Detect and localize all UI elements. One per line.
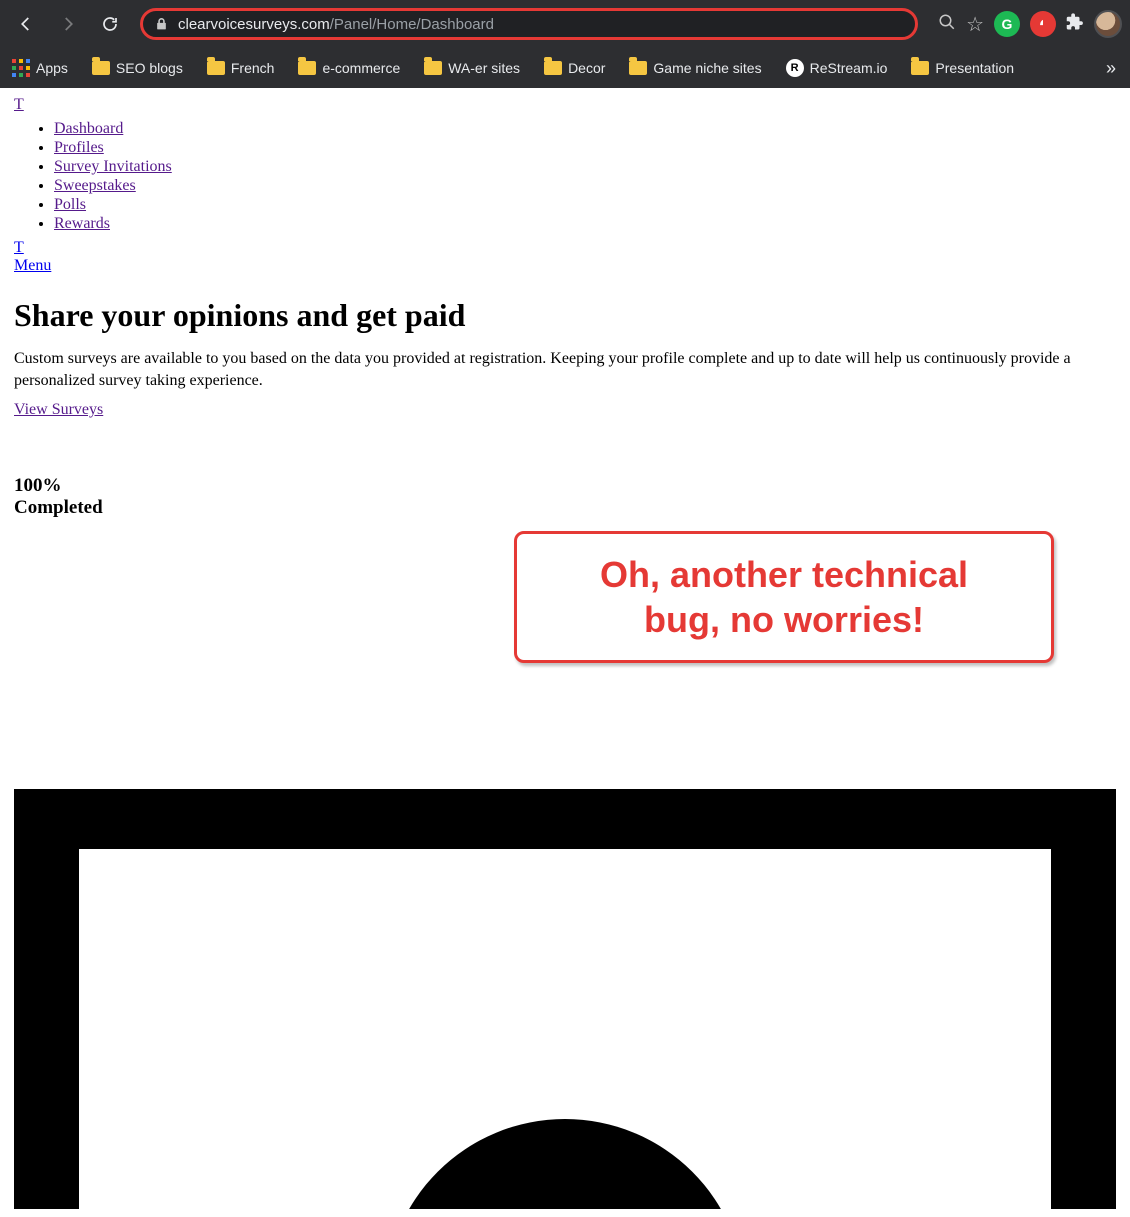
t-link-bottom[interactable]: T <box>14 239 24 256</box>
browser-toolbar: clearvoicesurveys.com/Panel/Home/Dashboa… <box>0 0 1130 48</box>
bookmark-label: Game niche sites <box>653 60 761 76</box>
reload-button[interactable] <box>92 6 128 42</box>
page-heading: Share your opinions and get paid <box>14 297 1116 334</box>
bookmark-folder[interactable]: Decor <box>544 60 605 76</box>
annotation-callout: Oh, another technical bug, no worries! <box>514 531 1054 663</box>
bookmark-label: Decor <box>568 60 605 76</box>
browser-chrome: clearvoicesurveys.com/Panel/Home/Dashboa… <box>0 0 1130 88</box>
bookmark-folder[interactable]: Presentation <box>911 60 1014 76</box>
white-inner <box>79 849 1051 1209</box>
nav-profiles[interactable]: Profiles <box>54 139 104 156</box>
folder-icon <box>92 61 110 75</box>
bookmarks-bar: Apps SEO blogs French e-commerce WA-er s… <box>0 48 1130 88</box>
bookmark-folder[interactable]: SEO blogs <box>92 60 183 76</box>
callout-line1: Oh, another technical <box>545 552 1023 597</box>
address-bar[interactable]: clearvoicesurveys.com/Panel/Home/Dashboa… <box>140 8 918 40</box>
intro-paragraph: Custom surveys are available to you base… <box>14 348 1116 393</box>
view-surveys-link[interactable]: View Surveys <box>14 401 103 418</box>
bookmark-overflow-icon[interactable]: » <box>1106 58 1118 79</box>
folder-icon <box>424 61 442 75</box>
back-button[interactable] <box>8 6 44 42</box>
forward-button[interactable] <box>50 6 86 42</box>
bookmark-item[interactable]: R ReStream.io <box>786 59 888 77</box>
profile-avatar[interactable] <box>1094 10 1122 38</box>
apps-button[interactable]: Apps <box>12 59 68 77</box>
callout-line2: bug, no worries! <box>545 597 1023 642</box>
bookmark-label: French <box>231 60 275 76</box>
page-body: T Dashboard Profiles Survey Invitations … <box>0 88 1130 1217</box>
bookmark-label: Presentation <box>935 60 1014 76</box>
bookmark-star-icon[interactable]: ☆ <box>966 12 984 37</box>
bookmark-folder[interactable]: Game niche sites <box>629 60 761 76</box>
bookmark-label: ReStream.io <box>810 60 888 76</box>
stat-percent: 100% <box>14 475 1116 497</box>
bookmark-folder[interactable]: WA-er sites <box>424 60 520 76</box>
url-domain: clearvoicesurveys.com <box>178 16 330 33</box>
bookmark-folder[interactable]: French <box>207 60 275 76</box>
toolbar-right-icons: ☆ G <box>930 10 1122 38</box>
folder-icon <box>629 61 647 75</box>
nav-polls[interactable]: Polls <box>54 196 86 213</box>
apps-label: Apps <box>36 60 68 76</box>
t-link-top[interactable]: T <box>14 96 24 113</box>
folder-icon <box>298 61 316 75</box>
nav-survey-invitations[interactable]: Survey Invitations <box>54 158 172 175</box>
black-circle-graphic <box>385 1119 745 1209</box>
bookmark-label: WA-er sites <box>448 60 520 76</box>
url-path: /Panel/Home/Dashboard <box>330 16 494 33</box>
stat-label: Completed <box>14 497 1116 519</box>
nav-rewards[interactable]: Rewards <box>54 215 110 232</box>
extensions-icon[interactable] <box>1066 13 1084 36</box>
nav-sweepstakes[interactable]: Sweepstakes <box>54 177 136 194</box>
folder-icon <box>911 61 929 75</box>
bookmark-label: SEO blogs <box>116 60 183 76</box>
bookmark-label: e-commerce <box>322 60 400 76</box>
adblock-extension-icon[interactable] <box>1030 11 1056 37</box>
black-section <box>14 789 1116 1209</box>
grammarly-extension-icon[interactable]: G <box>994 11 1020 37</box>
restream-icon: R <box>786 59 804 77</box>
folder-icon <box>207 61 225 75</box>
zoom-icon[interactable] <box>938 13 956 36</box>
menu-link[interactable]: Menu <box>14 257 51 274</box>
apps-grid-icon <box>12 59 30 77</box>
lock-icon <box>155 17 168 31</box>
folder-icon <box>544 61 562 75</box>
bookmark-folder[interactable]: e-commerce <box>298 60 400 76</box>
nav-dashboard[interactable]: Dashboard <box>54 120 123 137</box>
nav-list: Dashboard Profiles Survey Invitations Sw… <box>14 120 1116 233</box>
